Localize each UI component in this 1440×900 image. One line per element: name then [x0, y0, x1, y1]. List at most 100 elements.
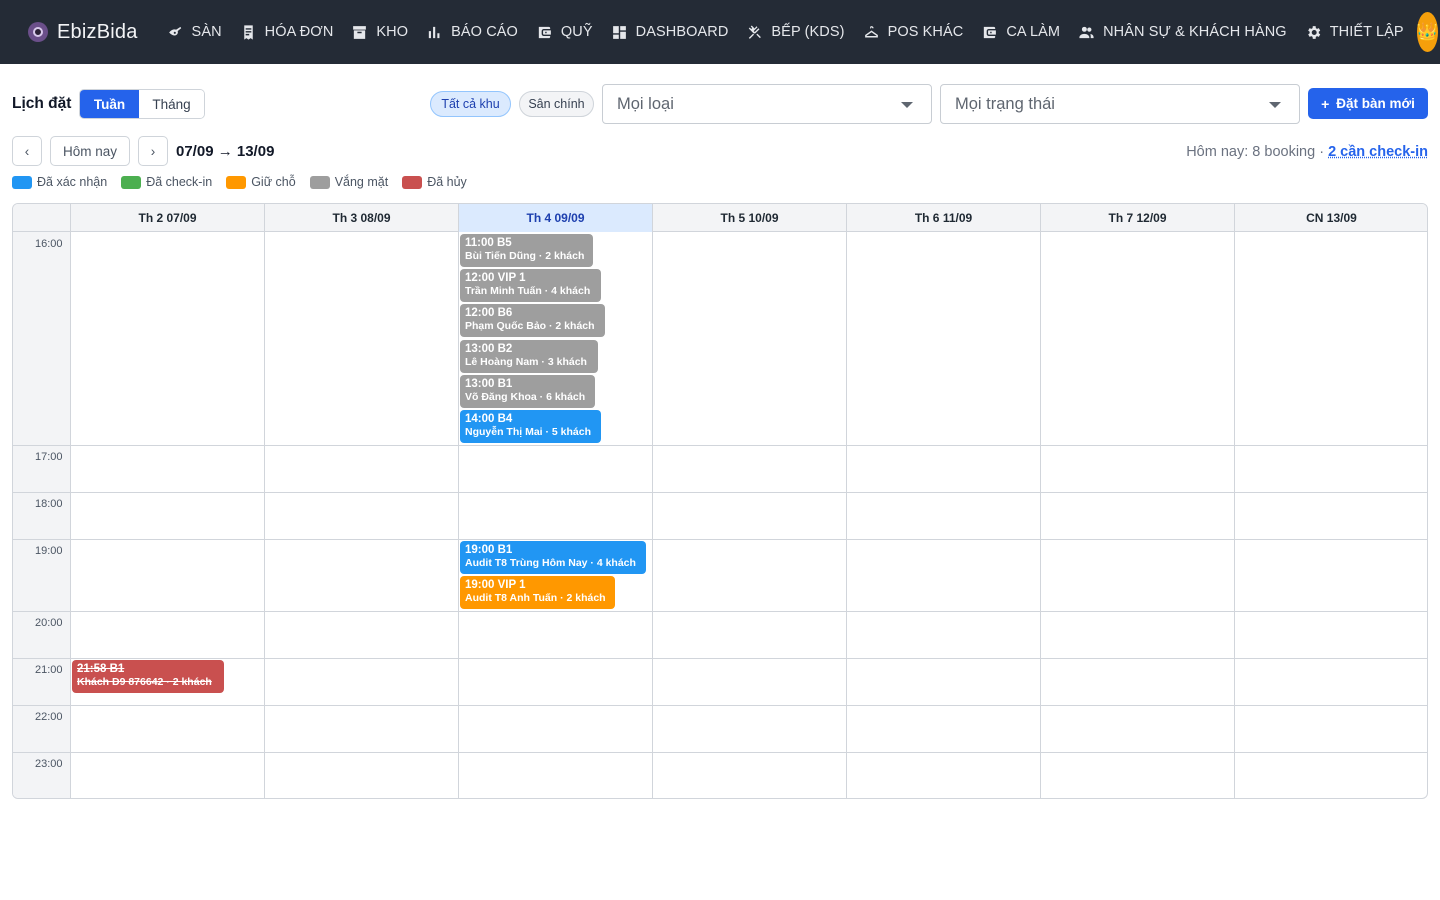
nav-item-2[interactable]: KHO — [342, 0, 417, 64]
checkin-needed-link[interactable]: 2 cần check-in — [1328, 144, 1428, 160]
booking-card[interactable]: 13:00 B1 Võ Đăng Khoa · 6 khách — [460, 375, 595, 408]
legend-item: Đã hủy — [402, 175, 467, 189]
hour-label: 19:00 — [35, 545, 63, 557]
nav-item-label: BÁO CÁO — [451, 24, 518, 40]
day-header[interactable]: Th 5 10/09 — [652, 204, 846, 232]
hour-label: 20:00 — [35, 617, 63, 629]
hour-label: 21:00 — [35, 664, 63, 676]
hour-label: 16:00 — [35, 238, 63, 250]
hour-label: 22:00 — [35, 711, 63, 723]
hour-divider — [13, 445, 1427, 446]
today-summary-text: Hôm nay: 8 booking · — [1186, 144, 1328, 160]
today-button[interactable]: Hôm nay — [50, 136, 130, 166]
day-header[interactable]: Th 6 11/09 — [846, 204, 1040, 232]
booking-card[interactable]: 13:00 B2 Lê Hoàng Nam · 3 khách — [460, 340, 598, 373]
legend-item: Vắng mặt — [310, 175, 389, 189]
legend-item: Đã xác nhận — [12, 175, 107, 189]
type-select[interactable]: Mọi loại — [602, 84, 932, 124]
wallet-icon — [981, 24, 998, 41]
nav-item-label: QUỸ — [561, 24, 593, 40]
area-filter-main-chip[interactable]: Sân chính — [519, 91, 594, 117]
legend-swatch — [310, 176, 330, 189]
booking-card[interactable]: 12:00 B6 Phạm Quốc Bảo · 2 khách — [460, 304, 605, 337]
booking-title: 13:00 B2 — [465, 343, 593, 356]
booking-card[interactable]: 19:00 B1 Audit T8 Trùng Hôm Nay · 4 khách — [460, 541, 646, 574]
invoice-icon — [240, 24, 257, 41]
hour-divider — [13, 752, 1427, 753]
hanger-icon — [863, 24, 880, 41]
nav-item-label: DASHBOARD — [636, 24, 729, 40]
booking-detail: Bùi Tiến Dũng · 2 khách — [465, 250, 588, 263]
view-week-button[interactable]: Tuần — [80, 90, 139, 118]
new-booking-button[interactable]: + Đặt bàn mới — [1308, 88, 1428, 119]
nav-item-4[interactable]: QUỸ — [527, 0, 602, 64]
kitchen-utensils-icon — [746, 24, 763, 41]
booking-title: 13:00 B1 — [465, 378, 590, 391]
booking-card[interactable]: 12:00 VIP 1 Trần Minh Tuấn · 4 khách — [460, 269, 601, 302]
nav-item-9[interactable]: NHÂN SỰ & KHÁCH HÀNG — [1069, 0, 1296, 64]
billiard-icon — [167, 24, 184, 41]
nav-item-1[interactable]: HÓA ĐƠN — [231, 0, 343, 64]
prev-week-button[interactable]: ‹ — [12, 136, 42, 166]
booking-detail: Audit T8 Trùng Hôm Nay · 4 khách — [465, 557, 641, 570]
gear-icon — [1305, 24, 1322, 41]
hour-divider — [13, 492, 1427, 493]
nav-item-6[interactable]: BẾP (KDS) — [737, 0, 853, 64]
nav-item-3[interactable]: BÁO CÁO — [417, 0, 527, 64]
nav-item-label: SÀN — [192, 24, 222, 40]
column-divider — [70, 232, 71, 798]
new-booking-label: Đặt bàn mới — [1336, 96, 1415, 111]
booking-title: 21:58 B1 — [77, 663, 219, 676]
hour-label: 18:00 — [35, 498, 63, 510]
day-header[interactable]: Th 2 07/09 — [70, 204, 264, 232]
area-filter-all-chip[interactable]: Tất cả khu — [430, 91, 511, 117]
legend-label: Giữ chỗ — [251, 175, 296, 189]
legend-swatch — [121, 176, 141, 189]
wallet-icon — [536, 24, 553, 41]
column-divider — [1234, 232, 1235, 798]
nav-item-8[interactable]: CA LÀM — [972, 0, 1069, 64]
today-summary: Hôm nay: 8 booking · 2 cần check-in — [1186, 144, 1428, 160]
hour-divider — [13, 705, 1427, 706]
view-month-button[interactable]: Tháng — [139, 90, 204, 118]
hour-divider — [13, 658, 1427, 659]
booking-card[interactable]: 14:00 B4 Nguyễn Thị Mai · 5 khách — [460, 410, 601, 443]
week-calendar: Th 2 07/09 Th 3 08/09 Th 4 09/09 Th 5 10/09… — [12, 203, 1428, 799]
booking-card[interactable]: 19:00 VIP 1 Audit T8 Anh Tuấn · 2 khách — [460, 576, 615, 609]
nav-item-label: THIẾT LẬP — [1330, 24, 1404, 40]
nav-item-label: CA LÀM — [1006, 24, 1060, 40]
brand-name: EbizBida — [57, 21, 138, 44]
report-chart-icon — [426, 24, 443, 41]
user-avatar[interactable]: 👑 — [1417, 12, 1438, 52]
day-header[interactable]: Th 4 09/09 — [458, 204, 652, 232]
booking-title: 14:00 B4 — [465, 413, 596, 426]
date-range: 07/09 → 13/09 — [176, 143, 274, 160]
nav-item-5[interactable]: DASHBOARD — [602, 0, 738, 64]
booking-detail: Võ Đăng Khoa · 6 khách — [465, 391, 590, 404]
day-header[interactable]: Th 7 12/09 — [1040, 204, 1234, 232]
nav-item-7[interactable]: POS KHÁC — [854, 0, 973, 64]
booking-card[interactable]: 11:00 B5 Bùi Tiến Dũng · 2 khách — [460, 234, 593, 267]
booking-title: 19:00 VIP 1 — [465, 579, 610, 592]
status-select-value: Mọi trạng thái — [955, 95, 1055, 114]
legend-label: Đã check-in — [146, 175, 212, 189]
day-header[interactable]: CN 13/09 — [1234, 204, 1428, 232]
hour-label: 17:00 — [35, 451, 63, 463]
next-week-button[interactable]: › — [138, 136, 168, 166]
day-header[interactable]: Th 3 08/09 — [264, 204, 458, 232]
booking-title: 11:00 B5 — [465, 237, 588, 250]
status-legend: Đã xác nhận Đã check-in Giữ chỗ Vắng mặt Đã … — [12, 175, 481, 189]
booking-card[interactable]: 21:58 B1 Khách D9 876642 · 2 khách — [72, 660, 224, 693]
brand[interactable]: EbizBida — [28, 21, 138, 44]
status-select[interactable]: Mọi trạng thái — [940, 84, 1300, 124]
hour-label: 23:00 — [35, 758, 63, 770]
plus-icon: + — [1321, 96, 1329, 112]
nav-item-10[interactable]: THIẾT LẬP — [1296, 0, 1413, 64]
nav-item-0[interactable]: SÀN — [158, 0, 231, 64]
booking-detail: Khách D9 876642 · 2 khách — [77, 676, 219, 689]
billiard-ball-logo-icon — [28, 22, 48, 42]
column-divider — [1040, 232, 1041, 798]
calendar-header: Th 2 07/09 Th 3 08/09 Th 4 09/09 Th 5 10/09… — [13, 204, 1427, 232]
chevron-down-icon — [1269, 102, 1281, 108]
column-divider — [458, 232, 459, 798]
